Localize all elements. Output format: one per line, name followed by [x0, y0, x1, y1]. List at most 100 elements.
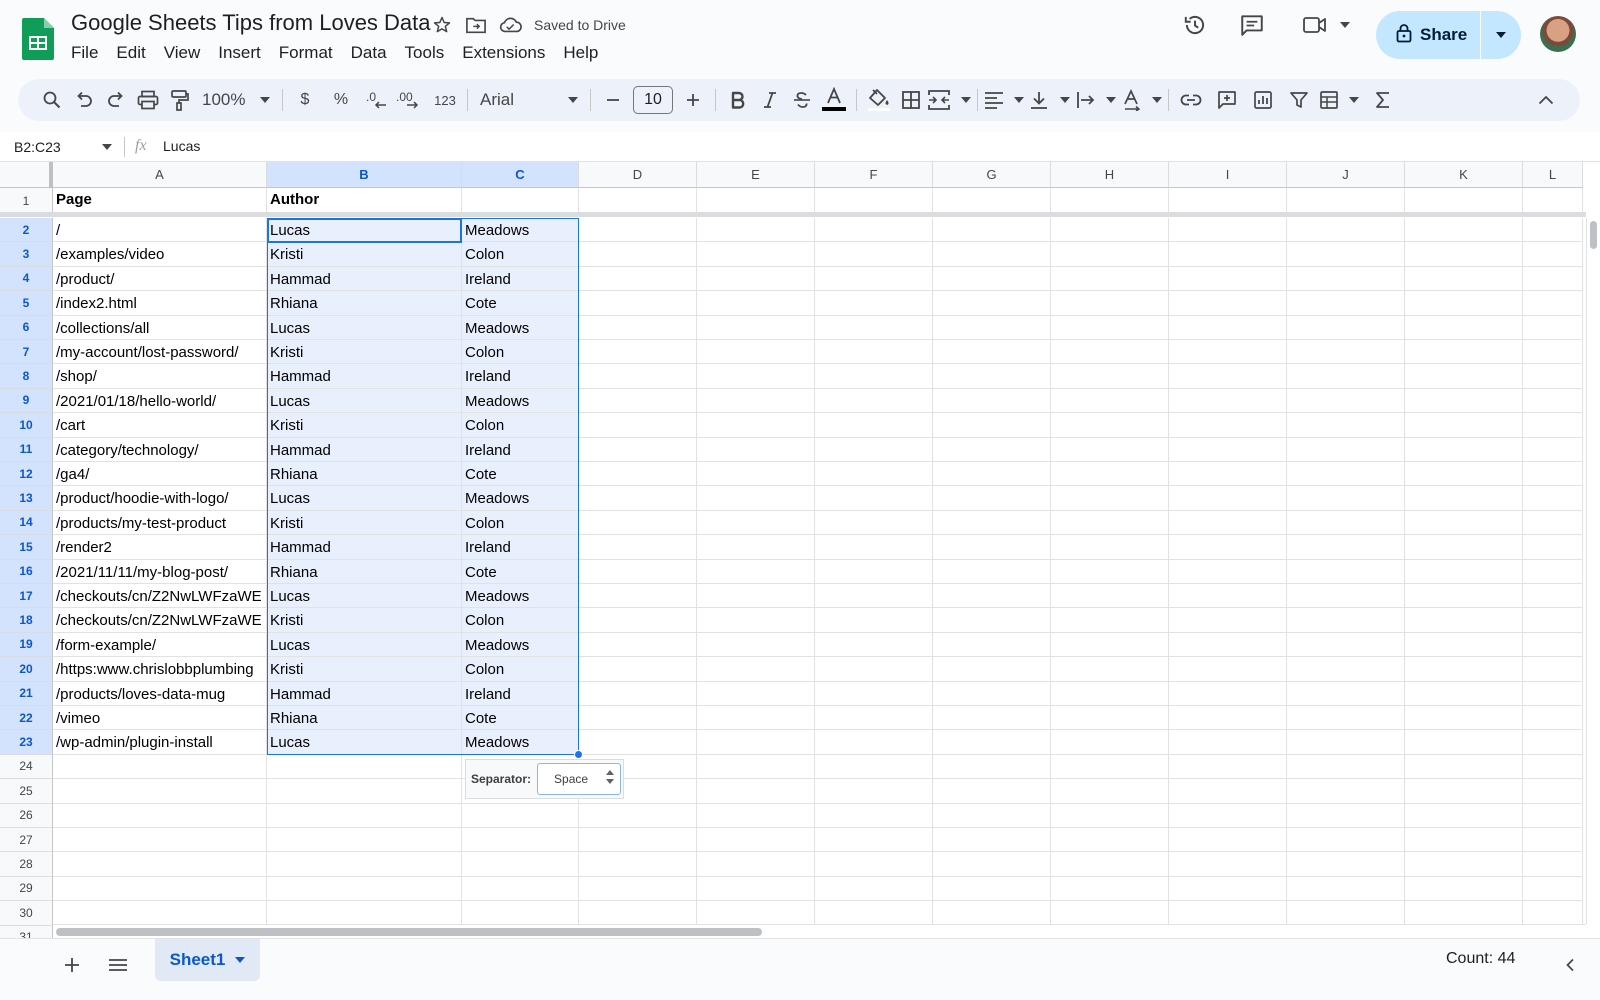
- empty-cell[interactable]: [1523, 462, 1583, 487]
- empty-cell[interactable]: [1287, 364, 1405, 389]
- empty-cell[interactable]: [1523, 852, 1583, 877]
- empty-cell[interactable]: [1051, 730, 1169, 755]
- empty-cell[interactable]: [697, 608, 815, 633]
- empty-cell[interactable]: [1523, 510, 1583, 536]
- empty-cell[interactable]: [697, 364, 815, 389]
- avatar[interactable]: [1540, 16, 1576, 52]
- empty-cell[interactable]: [815, 315, 933, 340]
- table-cell[interactable]: /render2: [53, 535, 267, 560]
- empty-cell[interactable]: [933, 657, 1051, 682]
- empty-cell[interactable]: [815, 510, 933, 536]
- empty-cell[interactable]: [933, 584, 1051, 609]
- empty-cell[interactable]: [933, 364, 1051, 389]
- empty-cell[interactable]: [579, 657, 697, 682]
- empty-cell[interactable]: [1405, 559, 1523, 584]
- empty-cell[interactable]: [1287, 779, 1405, 804]
- empty-cell[interactable]: [933, 315, 1051, 340]
- empty-cell[interactable]: [933, 681, 1051, 706]
- table-cell[interactable]: Hammad: [267, 364, 462, 389]
- horizontal-align-button[interactable]: [984, 84, 1024, 116]
- empty-cell[interactable]: [1523, 608, 1583, 633]
- row-header[interactable]: 23: [0, 730, 53, 755]
- row-header[interactable]: 2: [0, 218, 53, 243]
- share-button[interactable]: Share: [1376, 11, 1480, 59]
- table-cell[interactable]: Colon: [462, 413, 579, 438]
- empty-cell[interactable]: [267, 779, 462, 804]
- frozen-row-divider[interactable]: [0, 212, 1586, 217]
- table-cell[interactable]: Lucas: [267, 730, 462, 755]
- menu-help[interactable]: Help: [554, 42, 607, 64]
- empty-cell[interactable]: [933, 852, 1051, 877]
- table-cell[interactable]: /product/hoodie-with-logo/: [53, 486, 267, 511]
- add-sheet-button[interactable]: [58, 951, 86, 979]
- empty-cell[interactable]: [697, 535, 815, 560]
- empty-cell[interactable]: [53, 876, 267, 902]
- empty-cell[interactable]: [815, 340, 933, 365]
- decrease-font-size-button[interactable]: [597, 84, 629, 116]
- empty-cell[interactable]: [579, 364, 697, 389]
- empty-cell[interactable]: [815, 388, 933, 414]
- hide-menus-button[interactable]: [1530, 84, 1562, 116]
- print-button[interactable]: [132, 84, 164, 116]
- column-header-f[interactable]: F: [815, 162, 933, 188]
- table-cell[interactable]: /products/loves-data-mug: [53, 681, 267, 706]
- empty-cell[interactable]: [579, 559, 697, 584]
- empty-cell[interactable]: [815, 876, 933, 902]
- empty-cell[interactable]: [815, 681, 933, 706]
- empty-cell[interactable]: [1523, 291, 1583, 316]
- empty-cell[interactable]: [933, 828, 1051, 853]
- menu-extensions[interactable]: Extensions: [453, 42, 554, 64]
- empty-cell[interactable]: [697, 779, 815, 804]
- empty-cell[interactable]: [579, 901, 697, 926]
- empty-cell[interactable]: [815, 803, 933, 828]
- empty-cell[interactable]: [697, 315, 815, 340]
- insert-link-button[interactable]: [1175, 84, 1207, 116]
- empty-cell[interactable]: [1523, 754, 1583, 780]
- empty-cell[interactable]: [1051, 657, 1169, 682]
- row-header[interactable]: 7: [0, 340, 53, 365]
- empty-cell[interactable]: [1287, 486, 1405, 511]
- insert-comment-button[interactable]: [1211, 84, 1243, 116]
- empty-cell[interactable]: [1287, 901, 1405, 926]
- empty-cell[interactable]: [1169, 462, 1287, 487]
- empty-cell[interactable]: [1287, 559, 1405, 584]
- empty-cell[interactable]: [1051, 266, 1169, 292]
- column-header-a[interactable]: A: [53, 162, 267, 188]
- format-percent-button[interactable]: %: [325, 84, 357, 116]
- empty-cell[interactable]: [267, 876, 462, 902]
- column-header-i[interactable]: I: [1169, 162, 1287, 188]
- table-cell[interactable]: Ireland: [462, 266, 579, 292]
- empty-cell[interactable]: [579, 510, 697, 536]
- table-cell[interactable]: Meadows: [462, 632, 579, 658]
- format-currency-button[interactable]: $: [289, 84, 321, 116]
- empty-cell[interactable]: [1051, 803, 1169, 828]
- row-header[interactable]: 22: [0, 706, 53, 731]
- empty-cell[interactable]: [1169, 901, 1287, 926]
- empty-cell[interactable]: [1523, 632, 1583, 658]
- empty-cell[interactable]: [815, 706, 933, 731]
- empty-cell[interactable]: [1287, 632, 1405, 658]
- table-cell[interactable]: /examples/video: [53, 242, 267, 267]
- table-cell[interactable]: Hammad: [267, 266, 462, 292]
- empty-cell[interactable]: [1287, 706, 1405, 731]
- empty-cell[interactable]: [1169, 315, 1287, 340]
- empty-cell[interactable]: [579, 291, 697, 316]
- row-header[interactable]: 15: [0, 535, 53, 560]
- empty-cell[interactable]: [579, 266, 697, 292]
- empty-cell[interactable]: [579, 315, 697, 340]
- empty-cell[interactable]: [1405, 754, 1523, 780]
- empty-cell[interactable]: [1051, 584, 1169, 609]
- empty-cell[interactable]: [1169, 779, 1287, 804]
- empty-cell[interactable]: [1405, 510, 1523, 536]
- table-cell[interactable]: Cote: [462, 291, 579, 316]
- empty-cell[interactable]: [1051, 901, 1169, 926]
- empty-cell[interactable]: [579, 730, 697, 755]
- empty-cell[interactable]: [1287, 388, 1405, 414]
- empty-cell[interactable]: [462, 876, 579, 902]
- table-cell[interactable]: Hammad: [267, 535, 462, 560]
- empty-cell[interactable]: [1051, 706, 1169, 731]
- table-cell[interactable]: Cote: [462, 559, 579, 584]
- menu-view[interactable]: View: [155, 42, 210, 64]
- empty-cell[interactable]: [1051, 413, 1169, 438]
- header-cell-i[interactable]: [1169, 188, 1287, 214]
